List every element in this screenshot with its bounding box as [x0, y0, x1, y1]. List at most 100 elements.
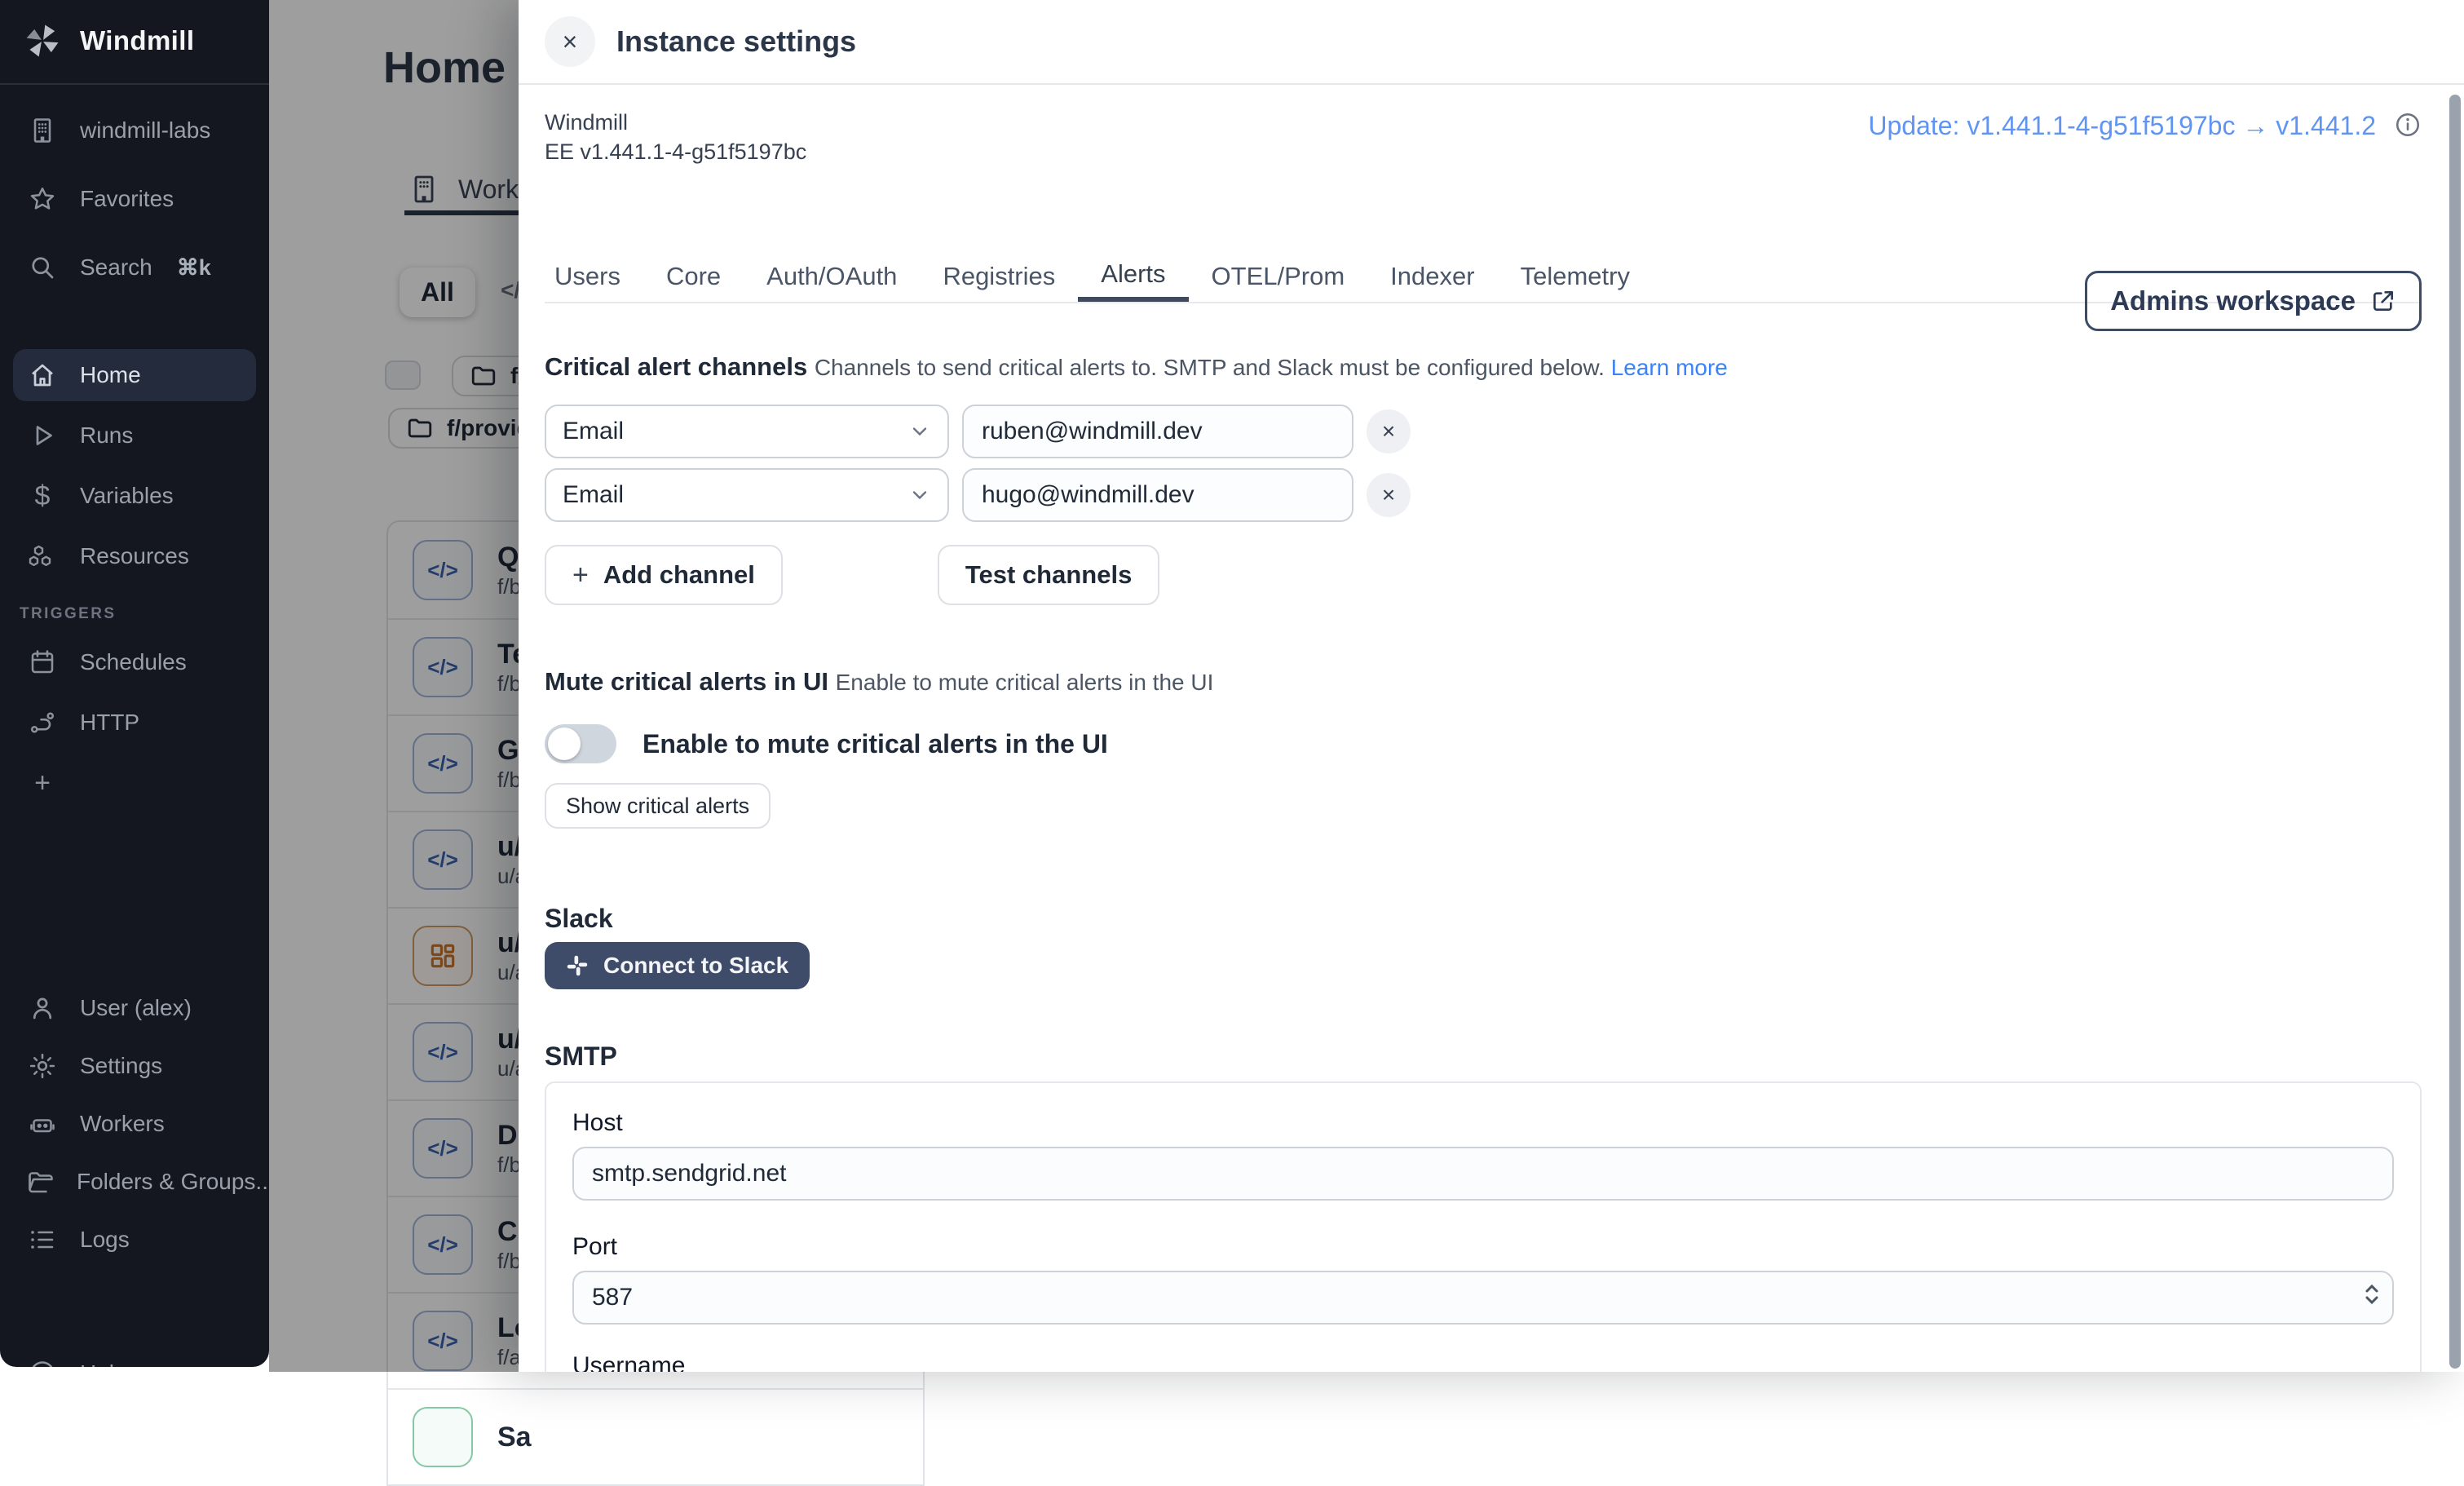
channel-type-select[interactable]: Email	[545, 468, 949, 522]
smtp-port-input[interactable]	[572, 1271, 2394, 1325]
toggle-knob	[548, 728, 581, 760]
tab-indexer[interactable]: Indexer	[1367, 251, 1497, 302]
tab-telemetry[interactable]: Telemetry	[1498, 251, 1653, 302]
external-link-icon	[2370, 288, 2396, 314]
mute-toggle-label: Enable to mute critical alerts in the UI	[642, 728, 1108, 758]
number-stepper-icon[interactable]	[2365, 1284, 2379, 1305]
test-channels-button[interactable]: Test channels	[937, 545, 1160, 605]
boxes-icon	[26, 542, 59, 571]
app-logo[interactable]: Windmill	[0, 0, 269, 83]
route-icon	[26, 708, 59, 737]
sidebar-item-label: Workers	[80, 1111, 165, 1136]
sidebar-item-folders-groups[interactable]: Folders & Groups...	[13, 1156, 269, 1208]
section-title: Critical alert channels	[545, 352, 808, 381]
host-label: Host	[572, 1109, 623, 1136]
critical-alert-channels-heading: Critical alert channels Channels to send…	[545, 352, 2422, 382]
update-link[interactable]: Update: v1.441.1-4-g51f5197bc → v1.441.2	[1868, 111, 2376, 141]
folder-icon	[26, 1167, 55, 1196]
channel-type-select[interactable]: Email	[545, 405, 949, 458]
sidebar-item-help[interactable]: Help	[13, 1347, 256, 1367]
calendar-icon	[26, 648, 59, 677]
close-icon[interactable]: ×	[545, 16, 595, 67]
flow-icon	[413, 1407, 473, 1467]
admins-workspace-label: Admins workspace	[2110, 285, 2356, 316]
search-shortcut: ⌘k	[176, 254, 211, 280]
chevron-down-icon	[912, 491, 927, 500]
tab-otel-prom[interactable]: OTEL/Prom	[1189, 251, 1368, 302]
admins-workspace-button[interactable]: Admins workspace	[2085, 271, 2422, 331]
person-icon	[26, 993, 59, 1023]
sidebar-item-settings[interactable]: Settings	[13, 1040, 256, 1092]
sidebar-item-label: Help	[80, 1360, 127, 1367]
smtp-host-input[interactable]	[572, 1147, 2394, 1201]
sidebar-item-variables[interactable]: $ Variables	[13, 470, 256, 522]
username-label: Username	[572, 1352, 686, 1372]
drawer-header: × Instance settings	[519, 0, 2464, 85]
channel-type-value: Email	[563, 418, 625, 444]
channel-type-value: Email	[563, 481, 625, 508]
mute-toggle[interactable]	[545, 724, 616, 763]
tab-auth-oauth[interactable]: Auth/OAuth	[744, 251, 920, 302]
mute-heading: Mute critical alerts in UI Enable to mut…	[545, 667, 2422, 697]
info-icon[interactable]	[2394, 111, 2422, 139]
remove-channel-icon[interactable]: ×	[1367, 409, 1411, 453]
sidebar-item-label: User (alex)	[80, 995, 192, 1020]
sidebar-item-label: Logs	[80, 1227, 130, 1252]
channel-email-input[interactable]	[962, 405, 1353, 458]
show-critical-alerts-button[interactable]: Show critical alerts	[545, 783, 771, 829]
sidebar-item-search[interactable]: Search ⌘k	[13, 241, 256, 294]
sidebar-item-label: Folders & Groups...	[77, 1169, 269, 1194]
channel-row: Email ×	[545, 405, 2422, 458]
connect-to-slack-button[interactable]: Connect to Slack	[545, 942, 810, 989]
channel-email-input[interactable]	[962, 468, 1353, 522]
sidebar-item-home[interactable]: Home	[13, 349, 256, 401]
app-logo-label: Windmill	[80, 25, 195, 55]
sidebar-item-label: Search	[80, 254, 152, 280]
slack-heading: Slack	[545, 904, 613, 933]
drawer-title: Instance settings	[616, 24, 857, 58]
triggers-section-label: TRIGGERS	[20, 605, 117, 622]
add-channel-button[interactable]: + Add channel	[545, 545, 783, 605]
gear-icon	[26, 1051, 59, 1081]
tab-registries[interactable]: Registries	[920, 251, 1078, 302]
sidebar-item-label: Home	[80, 362, 141, 387]
section-title: Mute critical alerts in UI	[545, 667, 828, 696]
sidebar-item-workspace[interactable]: windmill-labs	[13, 104, 256, 157]
sidebar-item-runs[interactable]: Runs	[13, 409, 256, 462]
search-icon	[26, 253, 59, 282]
sidebar-item-label: windmill-labs	[80, 117, 211, 143]
sidebar-item-user[interactable]: User (alex)	[13, 982, 256, 1034]
smtp-heading: SMTP	[545, 1042, 617, 1071]
section-description: Channels to send critical alerts to. SMT…	[814, 355, 1605, 380]
test-channels-label: Test channels	[965, 560, 1133, 589]
tab-alerts[interactable]: Alerts	[1078, 251, 1189, 302]
tab-core[interactable]: Core	[643, 251, 744, 302]
sidebar-item-schedules[interactable]: Schedules	[13, 636, 256, 688]
windmill-logo-icon	[21, 20, 64, 62]
robot-icon	[26, 1109, 59, 1139]
scrollbar-thumb[interactable]	[2449, 95, 2461, 1369]
dollar-icon: $	[34, 480, 51, 511]
sidebar-item-resources[interactable]: Resources	[13, 530, 256, 582]
sidebar-item-workers[interactable]: Workers	[13, 1098, 256, 1150]
instance-settings-drawer: × Instance settings Windmill EE v1.441.1…	[519, 0, 2464, 1372]
help-icon	[26, 1359, 59, 1367]
sidebar-item-favorites[interactable]: Favorites	[13, 173, 256, 225]
sidebar-item-label: Schedules	[80, 649, 187, 674]
plus-icon: +	[572, 559, 589, 590]
learn-more-link[interactable]: Learn more	[1611, 355, 1728, 380]
sidebar-item-label: Settings	[80, 1053, 163, 1078]
remove-channel-icon[interactable]: ×	[1367, 473, 1411, 517]
home-icon	[26, 360, 59, 390]
sidebar-item-logs[interactable]: Logs	[13, 1214, 256, 1266]
channel-row: Email ×	[545, 468, 2422, 522]
sidebar-item-label: Favorites	[80, 186, 174, 211]
port-label: Port	[572, 1233, 618, 1260]
list-item[interactable]: Sa	[388, 1388, 923, 1484]
add-trigger-button[interactable]: +	[13, 757, 256, 809]
add-channel-label: Add channel	[603, 560, 755, 589]
instance-name: Windmill	[545, 110, 629, 135]
sidebar-item-http[interactable]: HTTP	[13, 697, 256, 749]
instance-version: EE v1.441.1-4-g51f5197bc	[545, 139, 807, 164]
tab-users[interactable]: Users	[545, 251, 643, 302]
